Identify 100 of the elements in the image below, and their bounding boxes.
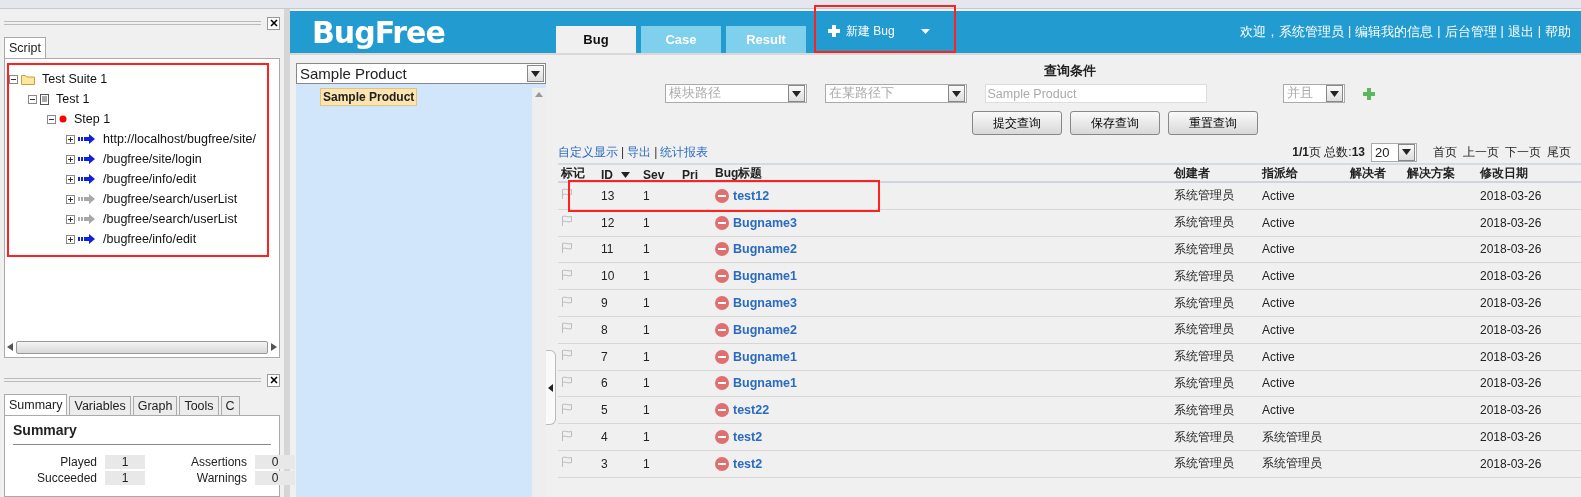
stat-value: 0 <box>255 455 295 469</box>
bug-title-link[interactable]: Bugname1 <box>733 269 797 284</box>
table-cell-text: 3 <box>600 456 609 471</box>
dropdown-caret-icon <box>1329 90 1339 97</box>
pager-link[interactable]: 首页 <box>1433 143 1457 161</box>
panel-tab[interactable]: C <box>220 396 240 415</box>
table-cell-text: Active <box>1261 376 1296 391</box>
query-button[interactable]: 保存查询 <box>1069 111 1160 135</box>
table-cell-text: Active <box>1261 403 1296 418</box>
bug-title-link[interactable]: test22 <box>733 403 770 418</box>
panel-tab[interactable]: Tools <box>179 396 219 415</box>
caret-icon <box>920 28 930 34</box>
panel-tab[interactable]: Graph <box>132 396 178 415</box>
close-button[interactable] <box>267 16 280 30</box>
panel-tab[interactable]: Summary <box>4 394 68 415</box>
table-cell-text: 系统管理员 <box>1173 241 1235 258</box>
collapse-icon[interactable] <box>9 74 18 84</box>
tree-item[interactable]: Test 1 <box>56 92 90 106</box>
table-cell-text: 1 <box>642 456 651 471</box>
dropdown-caret-icon <box>951 90 961 97</box>
query-button[interactable]: 重置查询 <box>1167 111 1258 135</box>
column-header[interactable]: 指派给 <box>1259 165 1347 182</box>
nav-tab[interactable]: Bug <box>556 26 636 53</box>
scroll-left-icon[interactable] <box>7 343 13 351</box>
tree-item[interactable]: /bugfree/info/edit <box>103 172 197 186</box>
bug-title-link[interactable]: test12 <box>733 188 770 203</box>
tree-item[interactable]: http://localhost/bugfree/site/ <box>103 132 256 146</box>
table-cell-text: Active <box>1261 215 1296 230</box>
product-item[interactable]: Sample Product <box>320 88 418 106</box>
pager-link[interactable]: 下一页 <box>1505 143 1541 161</box>
table-cell-text: 10 <box>600 269 616 284</box>
close-button[interactable] <box>267 373 280 387</box>
plus-icon <box>828 25 840 37</box>
scroll-right-icon[interactable] <box>271 343 277 351</box>
table-cell-text: Active <box>1261 322 1296 337</box>
pager-link[interactable]: 尾页 <box>1547 143 1571 161</box>
expand-icon[interactable] <box>66 174 75 184</box>
bug-title-link[interactable]: Bugname2 <box>733 322 797 337</box>
collapse-icon[interactable] <box>47 114 56 124</box>
bug-title-link[interactable]: Bugname2 <box>733 242 797 257</box>
expand-icon[interactable] <box>66 134 75 144</box>
column-header[interactable]: 解决者 <box>1347 165 1404 182</box>
bug-title-link[interactable]: test2 <box>733 456 763 471</box>
value-field[interactable]: Sample Product <box>984 84 1207 103</box>
table-cell-text: 系统管理员 <box>1173 267 1235 285</box>
tree-item[interactable]: /bugfree/site/login <box>103 152 202 166</box>
column-header[interactable]: Pri <box>679 168 712 182</box>
document-icon <box>40 93 49 105</box>
table-cell-text: 系统管理员 <box>1173 187 1235 205</box>
table-cell-text: 2018-03-26 <box>1479 376 1543 391</box>
separator: | <box>1500 23 1504 40</box>
tree-item[interactable]: Step 1 <box>74 112 111 126</box>
pager-link[interactable]: 上一页 <box>1463 143 1499 161</box>
page-summary: 1/1页 总数:13 <box>1292 143 1365 161</box>
table-cell-text: 2018-03-26 <box>1479 296 1543 311</box>
expand-icon[interactable] <box>66 194 75 204</box>
panel-tab[interactable]: Variables <box>69 396 131 415</box>
column-header[interactable]: 标记 <box>558 165 598 182</box>
query-button[interactable]: 提交查询 <box>971 111 1062 135</box>
bug-title-link[interactable]: Bugname1 <box>733 349 797 364</box>
column-header[interactable]: Sev <box>640 168 679 182</box>
column-header[interactable]: 创建者 <box>1171 165 1259 182</box>
table-cell-text: 1 <box>642 322 651 337</box>
table-cell-text: 7 <box>600 349 609 364</box>
table-cell-text: 1 <box>642 296 651 311</box>
table-cell-text: Active <box>1261 269 1296 284</box>
table-cell-text: 1 <box>642 403 651 418</box>
summary-title: Summary <box>13 422 271 445</box>
tree-item[interactable]: Test Suite 1 <box>42 72 108 86</box>
bug-title-link[interactable]: test2 <box>733 430 763 445</box>
no-entry-icon <box>715 296 729 311</box>
product-select[interactable]: Sample Product <box>296 63 546 84</box>
collapse-handle[interactable] <box>546 350 556 425</box>
tree-item[interactable]: /bugfree/search/userList <box>103 212 238 226</box>
tree-item[interactable]: /bugfree/search/userList <box>103 192 238 206</box>
page-size-select[interactable]: 20 <box>1371 142 1417 162</box>
toolbar-link[interactable]: 统计报表 <box>660 143 709 161</box>
expand-icon[interactable] <box>66 214 75 224</box>
collapse-icon[interactable] <box>28 94 37 104</box>
table-cell-text: 2018-03-26 <box>1479 403 1543 418</box>
tree-item[interactable]: /bugfree/info/edit <box>103 232 197 246</box>
script-tab[interactable]: Script <box>4 37 46 58</box>
table-cell-text: 系统管理员 <box>1261 455 1323 473</box>
column-header[interactable]: ID <box>598 168 640 182</box>
table-cell-text: 1 <box>642 430 651 445</box>
no-entry-icon <box>715 430 729 445</box>
separator: | <box>621 145 625 159</box>
expand-icon[interactable] <box>66 154 75 164</box>
flag-icon[interactable] <box>561 188 573 201</box>
bug-title-link[interactable]: Bugname3 <box>733 296 797 311</box>
column-header[interactable]: Bug标题 <box>712 165 1171 182</box>
scrollbar-thumb[interactable] <box>16 340 268 354</box>
toolbar-link[interactable]: 自定义显示 <box>558 143 618 161</box>
column-header[interactable]: 解决方案 <box>1404 165 1477 182</box>
toolbar-link[interactable]: 导出 <box>627 143 652 161</box>
expand-icon[interactable] <box>66 234 75 244</box>
bug-title-link[interactable]: Bugname3 <box>733 215 797 230</box>
dropdown-caret-icon <box>791 90 801 97</box>
column-header[interactable]: 修改日期 <box>1477 165 1581 182</box>
bug-title-link[interactable]: Bugname1 <box>733 376 797 391</box>
